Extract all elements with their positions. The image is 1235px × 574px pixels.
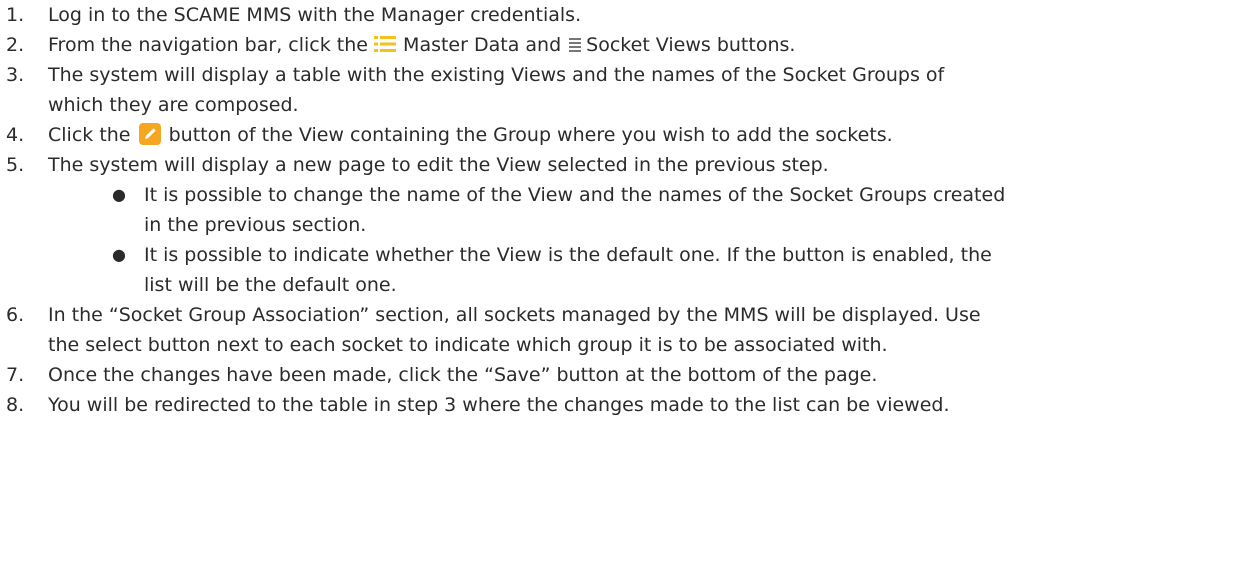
step-text-line-2: which they are composed. [48,94,299,116]
bullet-dot-icon: ● [112,245,126,264]
step-text: Log in to the SCAME MMS with the Manager… [48,4,582,26]
bullet-dot-icon: ● [112,185,126,204]
step-1: 1. Log in to the SCAME MMS with the Mana… [0,0,1235,30]
step-number: 4. [6,124,25,146]
edit-icon [138,123,161,145]
step-5: 5. The system will display a new page to… [0,150,1235,300]
step-number: 5. [6,154,25,176]
step-text-pre: From the navigation bar, click the [48,34,368,56]
bullet-text-line-1: It is possible to change the name of the… [144,184,1006,206]
lines-icon [569,38,582,52]
list-icon [374,36,396,52]
bullet-item: ● It is possible to change the name of t… [48,180,1215,240]
bullet-text-line-2: in the previous section. [144,214,367,236]
bullet-text-line-1: It is possible to indicate whether the V… [144,244,992,266]
step-2: 2. From the navigation bar, click the Ma… [0,30,1235,60]
step-text-line-1: In the “Socket Group Association” sectio… [48,304,981,326]
step-number: 1. [6,4,25,26]
step-number: 2. [6,34,25,56]
step-5-bullets: ● It is possible to change the name of t… [48,180,1215,300]
step-3: 3. The system will display a table with … [0,60,1235,120]
step-text-post: Socket Views buttons. [586,34,796,56]
bullet-text-line-2: list will be the default one. [144,274,397,296]
step-7: 7. Once the changes have been made, clic… [0,360,1235,390]
step-8: 8. You will be redirected to the table i… [0,390,1235,420]
step-number: 8. [6,394,25,416]
step-text-pre: Click the [48,124,131,146]
step-text: Once the changes have been made, click t… [48,364,878,386]
step-text-mid: Master Data and [403,34,562,56]
step-text: The system will display a new page to ed… [48,154,829,176]
bullet-item: ● It is possible to indicate whether the… [48,240,1215,300]
step-4: 4. Click the button of the View containi… [0,120,1235,150]
step-number: 3. [6,64,25,86]
step-text-line-1: The system will display a table with the… [48,64,945,86]
step-number: 6. [6,304,25,326]
step-text-post: button of the View containing the Group … [168,124,893,146]
step-text: You will be redirected to the table in s… [48,394,950,416]
step-text-line-2: the select button next to each socket to… [48,334,888,356]
document-page: 1. Log in to the SCAME MMS with the Mana… [0,0,1235,574]
steps-list: 1. Log in to the SCAME MMS with the Mana… [0,0,1235,420]
step-number: 7. [6,364,25,386]
step-6: 6. In the “Socket Group Association” sec… [0,300,1235,360]
